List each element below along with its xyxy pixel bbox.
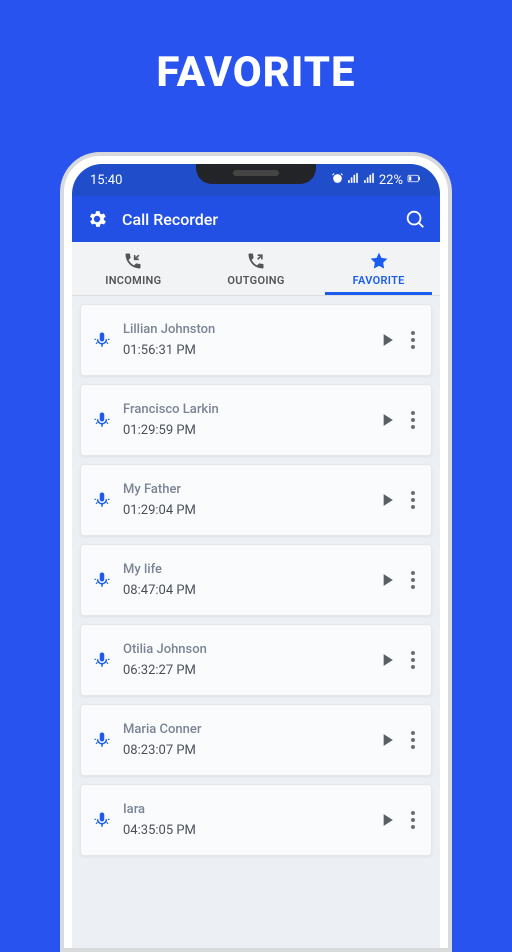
tab-outgoing[interactable]: OUTGOING: [195, 242, 318, 295]
recording-name: Iara: [123, 802, 375, 817]
more-button[interactable]: [403, 491, 423, 509]
mic-icon: [91, 409, 113, 431]
recording-time: 04:35:05 PM: [123, 823, 375, 838]
battery-text: 22%: [379, 173, 403, 188]
mic-icon: [91, 649, 113, 671]
tab-incoming-label: INCOMING: [105, 274, 161, 287]
more-button[interactable]: [403, 731, 423, 749]
battery-icon: [406, 172, 422, 189]
recording-name: Otilia Johnson: [123, 642, 375, 657]
recording-time: 01:29:04 PM: [123, 503, 375, 518]
search-button[interactable]: [404, 208, 426, 230]
mic-icon: [91, 809, 113, 831]
play-button[interactable]: [375, 650, 399, 670]
more-button[interactable]: [403, 331, 423, 349]
play-button[interactable]: [375, 810, 399, 830]
tab-outgoing-label: OUTGOING: [227, 274, 284, 287]
alarm-icon: [331, 172, 344, 189]
recording-time: 08:23:07 PM: [123, 743, 375, 758]
recording-item[interactable]: My Father 01:29:04 PM: [80, 464, 432, 536]
tab-favorite-label: FAVORITE: [353, 274, 405, 287]
recording-name: Maria Conner: [123, 722, 375, 737]
signal-icon-2: [363, 172, 376, 189]
app-title: Call Recorder: [122, 210, 218, 229]
recording-item[interactable]: Maria Conner 08:23:07 PM: [80, 704, 432, 776]
recording-name: Francisco Larkin: [123, 402, 375, 417]
mic-icon: [91, 489, 113, 511]
play-button[interactable]: [375, 730, 399, 750]
recording-item[interactable]: Otilia Johnson 06:32:27 PM: [80, 624, 432, 696]
mic-icon: [91, 729, 113, 751]
mic-icon: [91, 329, 113, 351]
recording-item[interactable]: Lillian Johnston 01:56:31 PM: [80, 304, 432, 376]
more-button[interactable]: [403, 651, 423, 669]
recording-name: My Father: [123, 482, 375, 497]
more-button[interactable]: [403, 811, 423, 829]
recording-name: Lillian Johnston: [123, 322, 375, 337]
more-button[interactable]: [403, 411, 423, 429]
tab-incoming[interactable]: INCOMING: [72, 242, 195, 295]
more-button[interactable]: [403, 571, 423, 589]
recording-item[interactable]: Francisco Larkin 01:29:59 PM: [80, 384, 432, 456]
play-button[interactable]: [375, 330, 399, 350]
signal-icon: [347, 172, 360, 189]
play-button[interactable]: [375, 410, 399, 430]
recordings-list: Lillian Johnston 01:56:31 PM Francisco L…: [72, 296, 440, 864]
play-button[interactable]: [375, 570, 399, 590]
recording-time: 06:32:27 PM: [123, 663, 375, 678]
tab-favorite[interactable]: FAVORITE: [317, 242, 440, 295]
recording-item[interactable]: My life 08:47:04 PM: [80, 544, 432, 616]
play-button[interactable]: [375, 490, 399, 510]
recording-time: 08:47:04 PM: [123, 583, 375, 598]
phone-notch: [196, 164, 316, 184]
phone-frame: 15:40 22% Call Recorde: [60, 152, 452, 952]
recording-time: 01:29:59 PM: [123, 423, 375, 438]
app-bar: Call Recorder: [72, 196, 440, 242]
promo-title: FAVORITE: [0, 0, 512, 97]
recording-time: 01:56:31 PM: [123, 343, 375, 358]
tabs: INCOMING OUTGOING FAVORITE: [72, 242, 440, 296]
recording-item[interactable]: Iara 04:35:05 PM: [80, 784, 432, 856]
recording-name: My life: [123, 562, 375, 577]
status-time: 15:40: [90, 173, 122, 188]
settings-button[interactable]: [86, 208, 108, 230]
mic-icon: [91, 569, 113, 591]
